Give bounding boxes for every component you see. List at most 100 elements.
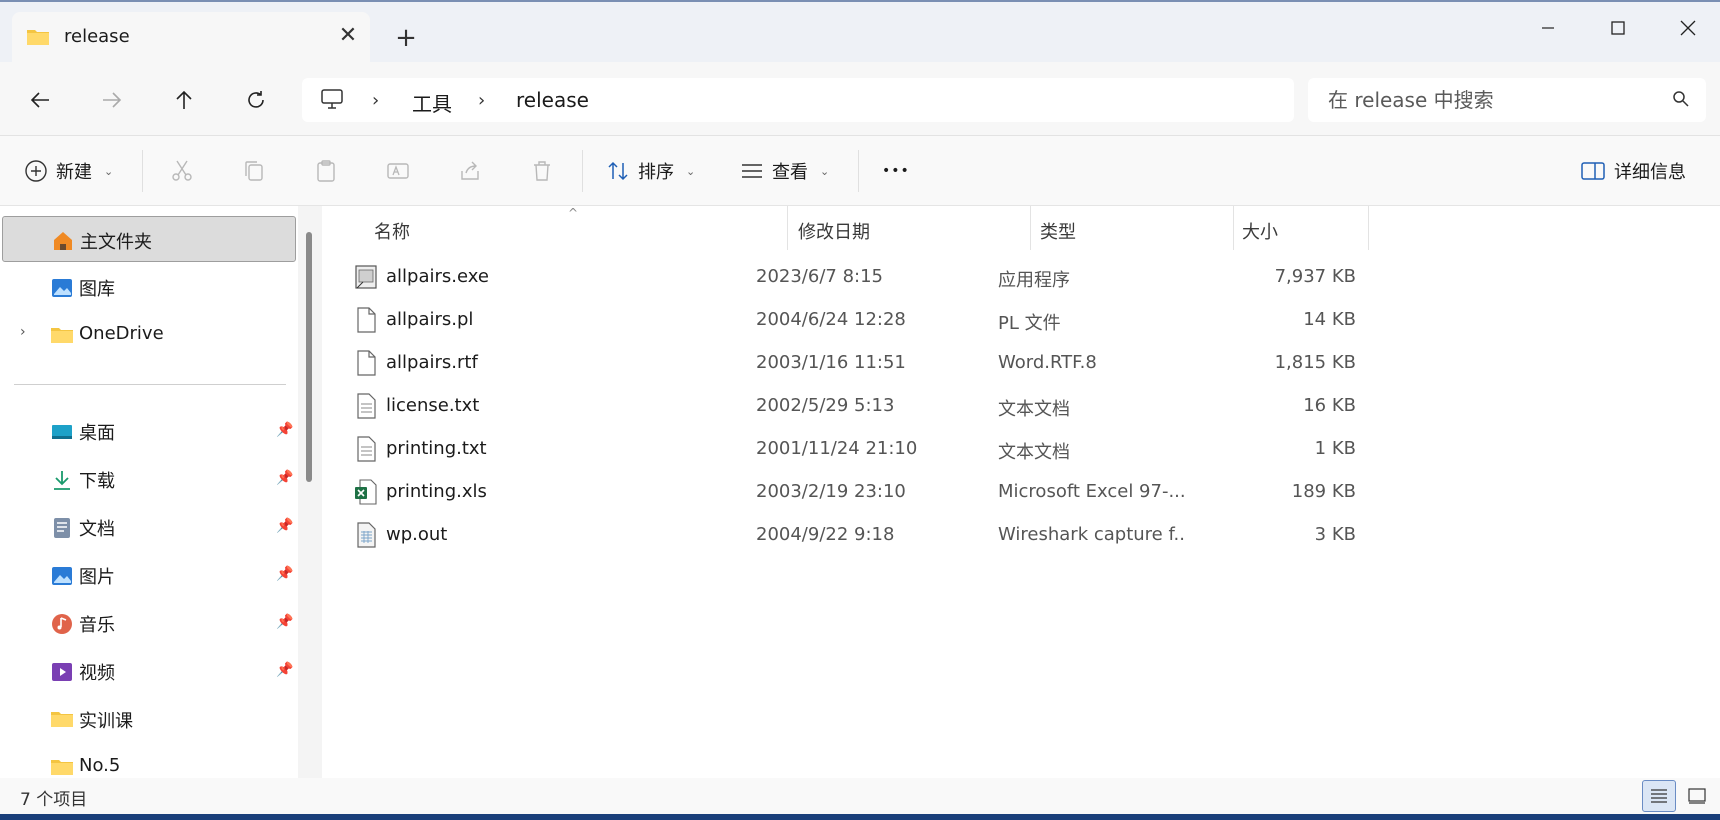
maximize-button[interactable] — [1590, 10, 1646, 46]
pin-icon[interactable]: 📌 — [276, 422, 293, 438]
file-type: 文本文档 — [998, 442, 1070, 463]
tab-release[interactable]: release ✕ — [12, 12, 370, 62]
chevron-right-icon[interactable]: › — [20, 324, 26, 340]
documents-icon — [50, 516, 74, 540]
file-list: ^ 名称 修改日期 类型 大小 allpairs.exe 2023/6/7 8:… — [322, 206, 1720, 778]
sidebar-item-pictures[interactable]: 图片 📌 — [2, 552, 296, 598]
close-window-button[interactable] — [1660, 10, 1716, 46]
status-bar: 7 个项目 — [0, 778, 1720, 814]
column-header-name[interactable]: 名称 — [374, 218, 410, 244]
chevron-right-icon[interactable]: › — [478, 90, 485, 111]
toolbar-divider — [142, 150, 143, 192]
file-name: printing.xls — [386, 481, 487, 502]
search-icon[interactable] — [1672, 90, 1690, 113]
this-pc-icon[interactable] — [320, 88, 344, 115]
minimize-icon — [1542, 27, 1554, 29]
close-icon — [1680, 20, 1696, 36]
breadcrumb-release[interactable]: release — [516, 88, 589, 112]
file-icon — [354, 350, 378, 376]
file-name: allpairs.exe — [386, 266, 489, 287]
new-tab-button[interactable]: + — [392, 24, 420, 52]
sidebar-item-home[interactable]: 主文件夹 — [2, 216, 296, 262]
navigation-bar: › 工具 › release — [0, 62, 1720, 136]
file-type: PL 文件 — [998, 313, 1061, 334]
delete-button[interactable] — [526, 155, 558, 187]
file-date: 2001/11/24 21:10 — [756, 438, 918, 459]
column-header-date[interactable]: 修改日期 — [798, 218, 870, 244]
arrow-up-icon — [176, 90, 192, 109]
file-row[interactable]: printing.txt 2001/11/24 21:10 文本文档 1 KB — [342, 428, 1690, 470]
sidebar-item-label: 图片 — [79, 567, 115, 588]
tiles-view-button[interactable] — [1680, 780, 1714, 812]
sidebar-item-onedrive[interactable]: › OneDrive — [2, 312, 296, 358]
item-count: 7 个项目 — [20, 790, 88, 810]
file-row[interactable]: allpairs.pl 2004/6/24 12:28 PL 文件 14 KB — [342, 299, 1690, 341]
exe-icon — [354, 264, 378, 290]
pictures-icon — [50, 564, 74, 588]
close-tab-icon[interactable]: ✕ — [334, 22, 362, 50]
back-button[interactable] — [22, 82, 58, 118]
file-type: Word.RTF.8 — [998, 352, 1097, 373]
file-type: Microsoft Excel 97-... — [998, 481, 1186, 502]
sidebar-item-downloads[interactable]: 下载 📌 — [2, 456, 296, 502]
copy-button[interactable] — [238, 155, 270, 187]
column-divider[interactable] — [1233, 206, 1234, 250]
chevron-down-icon: ⌄ — [686, 164, 696, 178]
column-divider[interactable] — [1030, 206, 1031, 250]
pin-icon[interactable]: 📌 — [276, 566, 293, 582]
new-button[interactable]: 新建 ⌄ — [24, 153, 113, 189]
file-date: 2004/9/22 9:18 — [756, 524, 895, 545]
excel-icon — [354, 479, 378, 505]
share-icon — [461, 161, 479, 180]
tiles-view-icon — [1688, 788, 1706, 804]
file-row[interactable]: wp.out 2004/9/22 9:18 Wireshark capture … — [342, 514, 1690, 556]
search-input[interactable] — [1328, 86, 1648, 114]
folder-icon — [50, 324, 74, 348]
cut-button[interactable] — [166, 155, 198, 187]
minimize-button[interactable] — [1520, 10, 1576, 46]
refresh-button[interactable] — [238, 82, 274, 118]
rename-icon — [387, 163, 409, 179]
sort-button[interactable]: 排序 ⌄ — [606, 153, 695, 189]
forward-button[interactable] — [94, 82, 130, 118]
more-options-button[interactable]: ••• — [882, 153, 910, 189]
sidebar-item-shixunke[interactable]: 实训课 — [2, 696, 296, 742]
sidebar-item-videos[interactable]: 视频 📌 — [2, 648, 296, 694]
pin-icon[interactable]: 📌 — [276, 470, 293, 486]
rename-button[interactable] — [382, 155, 414, 187]
column-header-type[interactable]: 类型 — [1040, 218, 1076, 244]
sidebar-item-label: 图库 — [79, 279, 115, 300]
details-view-button[interactable] — [1642, 780, 1676, 812]
paste-button[interactable] — [310, 155, 342, 187]
sidebar-item-desktop[interactable]: 桌面 📌 — [2, 408, 296, 454]
copy-icon — [245, 161, 263, 181]
file-date: 2003/2/19 23:10 — [756, 481, 906, 502]
sidebar-item-label: 桌面 — [79, 423, 115, 444]
pin-icon[interactable]: 📌 — [276, 518, 293, 534]
file-row[interactable]: license.txt 2002/5/29 5:13 文本文档 16 KB — [342, 385, 1690, 427]
pin-icon[interactable]: 📌 — [276, 662, 293, 678]
refresh-icon — [248, 91, 264, 108]
file-row[interactable]: allpairs.exe 2023/6/7 8:15 应用程序 7,937 KB — [342, 256, 1690, 298]
up-button[interactable] — [166, 82, 202, 118]
file-row[interactable]: printing.xls 2003/2/19 23:10 Microsoft E… — [342, 471, 1690, 513]
file-row[interactable]: allpairs.rtf 2003/1/16 11:51 Word.RTF.8 … — [342, 342, 1690, 384]
chevron-right-icon[interactable]: › — [372, 90, 379, 111]
pin-icon[interactable]: 📌 — [276, 614, 293, 630]
sidebar-item-gallery[interactable]: 图库 — [2, 264, 296, 310]
breadcrumb-tools[interactable]: 工具 — [412, 88, 452, 117]
view-button[interactable]: 查看 ⌄ — [740, 153, 829, 189]
sidebar-item-music[interactable]: 音乐 📌 — [2, 600, 296, 646]
share-button[interactable] — [454, 155, 486, 187]
address-bar[interactable]: › 工具 › release — [302, 78, 1294, 122]
maximize-icon — [1611, 21, 1625, 35]
details-pane-icon — [1581, 162, 1605, 180]
column-divider[interactable] — [787, 206, 788, 250]
chevron-down-icon: ⌄ — [820, 164, 830, 178]
column-divider[interactable] — [1368, 206, 1369, 250]
sidebar-scrollbar-thumb[interactable] — [306, 232, 312, 482]
details-pane-button[interactable]: 详细信息 — [1580, 153, 1686, 189]
file-name: allpairs.rtf — [386, 352, 478, 373]
column-header-size[interactable]: 大小 — [1242, 218, 1278, 244]
sidebar-item-documents[interactable]: 文档 📌 — [2, 504, 296, 550]
